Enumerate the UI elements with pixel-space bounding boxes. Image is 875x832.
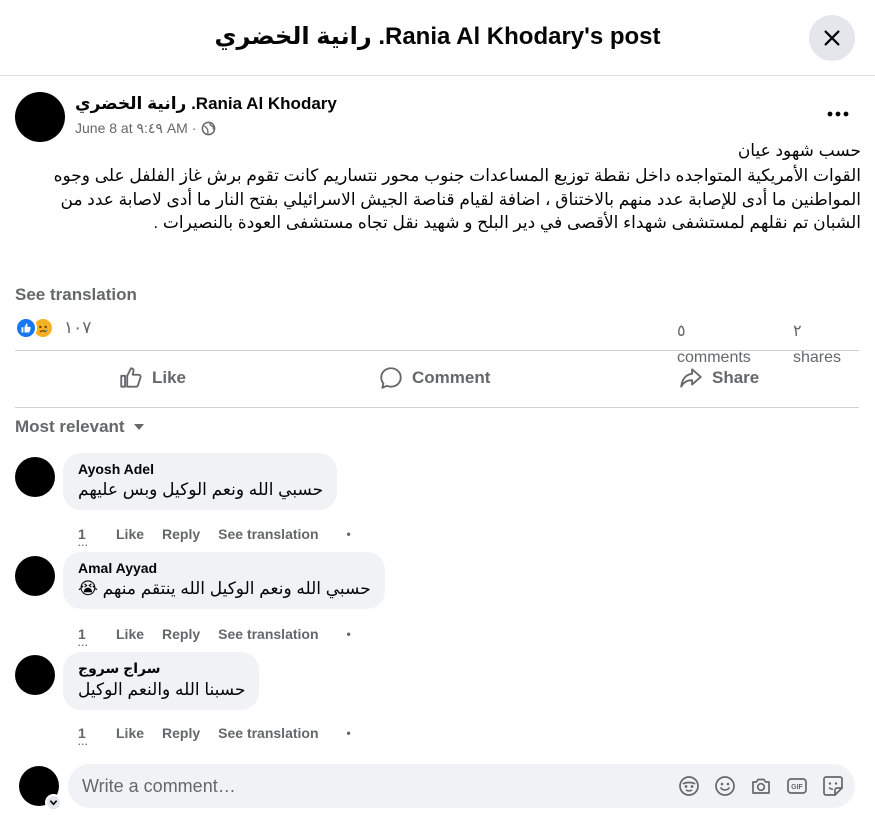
svg-text:GIF: GIF: [791, 784, 803, 791]
sort-label: Most relevant: [15, 417, 125, 436]
comment-time[interactable]: 1...: [78, 726, 116, 745]
comment-translate-link[interactable]: See translation: [218, 725, 318, 741]
gif-icon[interactable]: GIF: [785, 774, 809, 798]
comment-time[interactable]: 1...: [78, 627, 116, 648]
ellipsis-icon: ...: [78, 638, 89, 648]
author-avatar[interactable]: [15, 92, 65, 142]
shares-count: ٢: [793, 323, 802, 340]
sticker-icon[interactable]: [821, 774, 845, 798]
divider: [15, 407, 859, 408]
divider: [15, 350, 859, 351]
comment-text: حسبي الله ونعم الوكيل وبس عليهم: [78, 480, 324, 499]
thumbs-up-icon: [120, 367, 142, 388]
caret-down-icon: [133, 424, 144, 430]
globe-icon: [202, 121, 216, 136]
comment-actions: 1... Like Reply See translation •: [78, 725, 351, 745]
speech-bubble-icon: [380, 367, 402, 389]
share-label: Share: [712, 368, 760, 387]
more-horizontal-icon: [827, 111, 849, 117]
like-button[interactable]: Like: [118, 355, 186, 401]
post-paragraph: حسب شهود عيان: [737, 141, 861, 160]
reaction-count: ١٠٧: [64, 318, 92, 337]
comment-options-dot[interactable]: •: [347, 627, 351, 641]
comment-bubble: Amal Ayyad حسبي الله ونعم الوكيل الله ين…: [63, 552, 385, 609]
comment-input-wrapper: GIF: [68, 764, 855, 808]
post-meta: June 8 at ٩:٤٩ AM ·: [75, 120, 216, 137]
comment-bubble: سراج سروج حسبنا الله والنعم الوكيل: [63, 652, 260, 710]
close-button[interactable]: [809, 15, 855, 61]
close-icon: [824, 30, 840, 46]
comment-like-button[interactable]: Like: [116, 725, 144, 741]
post-author-name[interactable]: رانية الخضري .Rania Al Khodary: [75, 94, 337, 114]
commenter-name[interactable]: Amal Ayyad: [78, 560, 371, 576]
post-scroll-area[interactable]: رانية الخضري .Rania Al Khodary June 8 at…: [0, 77, 875, 745]
chevron-down-icon: [49, 800, 58, 806]
comment-bubble: Ayosh Adel حسبي الله ونعم الوكيل وبس علي…: [63, 453, 338, 510]
composer-tools: GIF: [677, 774, 845, 798]
comment-time[interactable]: 1...: [78, 527, 116, 548]
camera-icon[interactable]: [749, 774, 773, 798]
reactions-summary[interactable]: ١٠٧: [15, 317, 91, 339]
ellipsis-icon: ...: [78, 737, 89, 746]
comment-input[interactable]: [68, 764, 668, 808]
comment-translate-link[interactable]: See translation: [218, 626, 318, 642]
comment-reply-button[interactable]: Reply: [162, 626, 200, 642]
commenter-avatar[interactable]: [15, 655, 55, 695]
comment-like-button[interactable]: Like: [116, 626, 144, 642]
comment-reply-button[interactable]: Reply: [162, 725, 200, 741]
comments-count: ٥: [677, 323, 686, 340]
like-reaction-icon: [15, 317, 37, 339]
comment-options-dot[interactable]: •: [347, 527, 351, 541]
see-translation-link[interactable]: See translation: [15, 285, 137, 305]
comment-options-dot[interactable]: •: [347, 726, 351, 740]
comment-reply-button[interactable]: Reply: [162, 526, 200, 542]
comment-text: حسبنا الله والنعم الوكيل: [78, 680, 246, 699]
post-paragraph: القوات الأمريكية المتواجده داخل نقطة توز…: [48, 166, 861, 233]
ellipsis-icon: ...: [78, 538, 89, 548]
commenter-avatar[interactable]: [15, 457, 55, 497]
comment-translate-link[interactable]: See translation: [218, 526, 318, 542]
post-body: حسب شهود عيان القوات الأمريكية المتواجده…: [15, 139, 861, 235]
dialog-title: رانية الخضري .Rania Al Khodary's post: [214, 23, 661, 50]
comment-sort-dropdown[interactable]: Most relevant: [15, 417, 145, 437]
comment-composer: GIF: [0, 746, 875, 832]
share-button[interactable]: Share: [678, 355, 759, 401]
commenter-name[interactable]: Ayosh Adel: [78, 461, 323, 477]
more-options-button[interactable]: [823, 99, 853, 129]
comment-label: Comment: [412, 368, 491, 387]
comment-text: حسبي الله ونعم الوكيل الله ينتقم منهم 😭: [78, 579, 371, 598]
comment-like-button[interactable]: Like: [116, 526, 144, 542]
profile-switch-badge[interactable]: [45, 794, 62, 811]
comment-actions: 1... Like Reply See translation •: [78, 526, 351, 548]
shares-label: shares: [793, 348, 842, 366]
post-date[interactable]: June 8 at ٩:٤٩ AM ·: [75, 120, 196, 137]
share-arrow-icon: [680, 368, 702, 388]
comment-button[interactable]: Comment: [378, 355, 490, 401]
shares-count-link[interactable]: ٢ shares: [793, 319, 863, 370]
dialog-header: رانية الخضري .Rania Al Khodary's post: [0, 0, 875, 76]
avatar-sticker-icon[interactable]: [677, 774, 701, 798]
emoji-icon[interactable]: [713, 774, 737, 798]
comment-actions: 1... Like Reply See translation •: [78, 626, 351, 648]
like-label: Like: [152, 368, 187, 387]
commenter-avatar[interactable]: [15, 556, 55, 596]
commenter-name[interactable]: سراج سروج: [78, 660, 245, 677]
